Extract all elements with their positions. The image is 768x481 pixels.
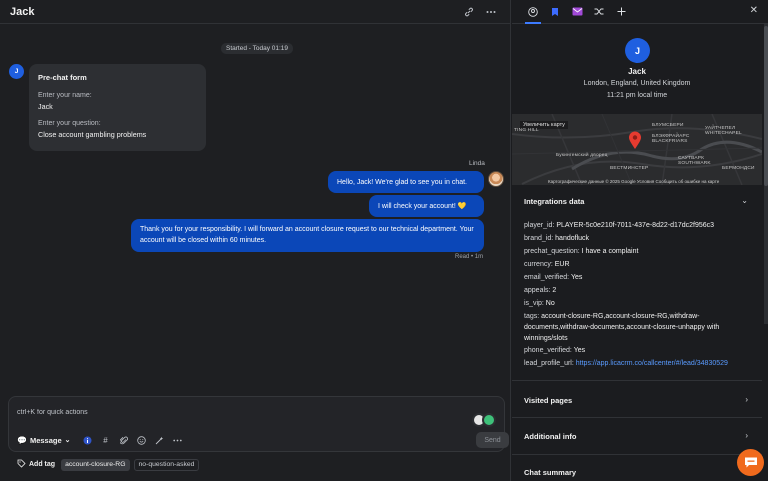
integration-row: prechat_question: I have a complaint [524,248,639,255]
more-options-icon[interactable] [482,3,500,21]
composer-toolbar: 💬 Message ⌄ # [17,434,189,446]
user-circle-icon [528,6,538,17]
profile-location: London, England, United Kingdom [583,80,691,87]
add-tag-button[interactable]: Add tag [17,459,55,470]
message-mode-dropdown[interactable]: 💬 Message ⌄ [17,436,71,445]
chevron-right-icon: › [745,395,748,404]
additional-info-title: Additional info [524,432,577,441]
agent-avatar [488,171,504,187]
close-icon[interactable]: ✕ [750,5,758,16]
visited-pages-title: Visited pages [524,396,573,405]
agent-message-bubble: Hello, Jack! We're glad to see you in ch… [328,171,484,193]
map-label: БЛЭКФРАЙАРС BLACKFRIARS [652,134,690,144]
integrations-title[interactable]: Integrations data [524,197,584,206]
integration-row: tags: account-closure-RG,account-closure… [524,313,720,342]
tag-icon [17,459,26,470]
agent-name: Linda [469,160,485,167]
map-attribution: Картографические данные © 2025 Google Ус… [548,179,720,184]
info-icon[interactable] [81,434,95,446]
integration-row: email_verified: Yes [524,274,583,281]
sidebar-scrollbar[interactable] [764,24,768,324]
prechat-field-label: Enter your name: [38,92,92,99]
profile-local-time: 11:21 pm local time [606,92,668,99]
integration-row: lead_profile_url: https://app.licacrm.co… [524,360,728,367]
lead-profile-link[interactable]: https://app.licacrm.co/callcenter/#/lead… [576,360,728,367]
bot-badge-icon [482,413,496,427]
add-tag-label: Add tag [29,461,56,468]
prechat-form-card: Pre-chat form Enter your name: Jack Ente… [29,64,206,151]
emoji-icon[interactable] [135,434,149,446]
chat-bubble-icon [744,457,757,468]
profile-avatar: J [625,38,650,63]
chevron-down-icon: ⌄ [64,437,71,444]
bookmark-icon [552,7,558,16]
message-input[interactable] [17,406,457,418]
tab-mail[interactable] [566,0,588,24]
tab-shuffle[interactable] [588,0,610,24]
read-status: Read • 1m [455,254,484,260]
map-label: САУТВАРК SOUTHWARK [678,156,711,166]
attachment-icon[interactable] [117,434,131,446]
speech-bubble-icon: 💬 [17,435,27,445]
map-pin-icon [629,131,641,149]
chat-started-label: Started - Today 01:19 [221,43,294,54]
profile-name: Jack [628,67,646,76]
integration-row: player_id: PLAYER-5c0e210f-7011-437e-8d2… [524,222,715,229]
integration-badges[interactable] [472,413,502,429]
tab-bookmarks[interactable] [544,0,566,24]
additional-info-section[interactable]: Additional info › [512,418,762,455]
add-tab-button[interactable] [610,0,632,24]
agent-message-bubble: Thank you for your responsibility. I wil… [131,219,484,252]
message-composer: 💬 Message ⌄ # Send [8,396,509,452]
location-map[interactable]: Увеличить карту TING HILL Букингемский д… [512,114,762,185]
prechat-field-value: Jack [38,102,53,111]
chat-summary-title: Chat summary [524,468,577,477]
map-label: БЕРМОНДСИ [722,166,755,171]
chat-summary-section[interactable]: Chat summary [512,455,762,481]
plus-icon [617,7,625,16]
integrations-section: Integrations data ⌄ player_id: PLAYER-5c… [512,185,762,381]
sidebar-tabs: ✕ [512,0,768,24]
prechat-title: Pre-chat form [38,73,87,82]
map-label: ВЕСТМИНСТЕР [610,166,649,171]
integration-row: is_vip: No [524,300,555,307]
tag-bar: Add tag account-closure-RG no-question-a… [17,458,203,471]
mail-icon [572,7,582,16]
chat-title: Jack [10,5,35,18]
tag-chip[interactable]: account-closure-RG [61,458,130,471]
hashtag-icon[interactable]: # [99,434,113,446]
magic-wand-icon[interactable] [153,434,167,446]
shuffle-icon [594,8,604,15]
integration-row: brand_id: handofluck [524,235,590,242]
integration-row: phone_verified: Yes [524,347,586,354]
chat-widget-button[interactable] [737,449,764,476]
chat-header: Jack [0,0,510,24]
link-icon[interactable] [460,3,478,21]
prechat-field-label: Enter your question: [38,120,101,127]
visited-pages-section[interactable]: Visited pages › [512,381,762,418]
details-sidebar: ✕ J Jack London, England, United Kingdom… [512,0,768,481]
map-label: БЛУМСБЕРИ [652,123,684,128]
map-label: TING HILL [514,128,539,133]
chevron-down-icon[interactable]: ⌄ [741,196,748,205]
map-label: УАЙТЧЕПЕЛ WHITECHAPEL [705,126,742,136]
agent-message-bubble: I will check your account! 💛 [369,195,484,217]
integration-row: currency: EUR [524,261,570,268]
message-mode-label: Message [29,435,62,445]
tag-chip[interactable]: no-question-asked [133,458,200,471]
map-label: Букингемский дворец [556,153,608,158]
prechat-field-value: Close account gambling problems [38,130,147,139]
tab-visitor-info[interactable] [522,0,544,24]
send-button[interactable]: Send [476,432,509,448]
visitor-avatar: J [9,64,24,79]
chat-pane: Jack Started - Today 01:19 J Pre-chat fo… [0,0,511,481]
integration-row: appeals: 2 [524,287,557,294]
chevron-right-icon: › [745,431,748,440]
more-tools-icon[interactable] [171,434,185,446]
